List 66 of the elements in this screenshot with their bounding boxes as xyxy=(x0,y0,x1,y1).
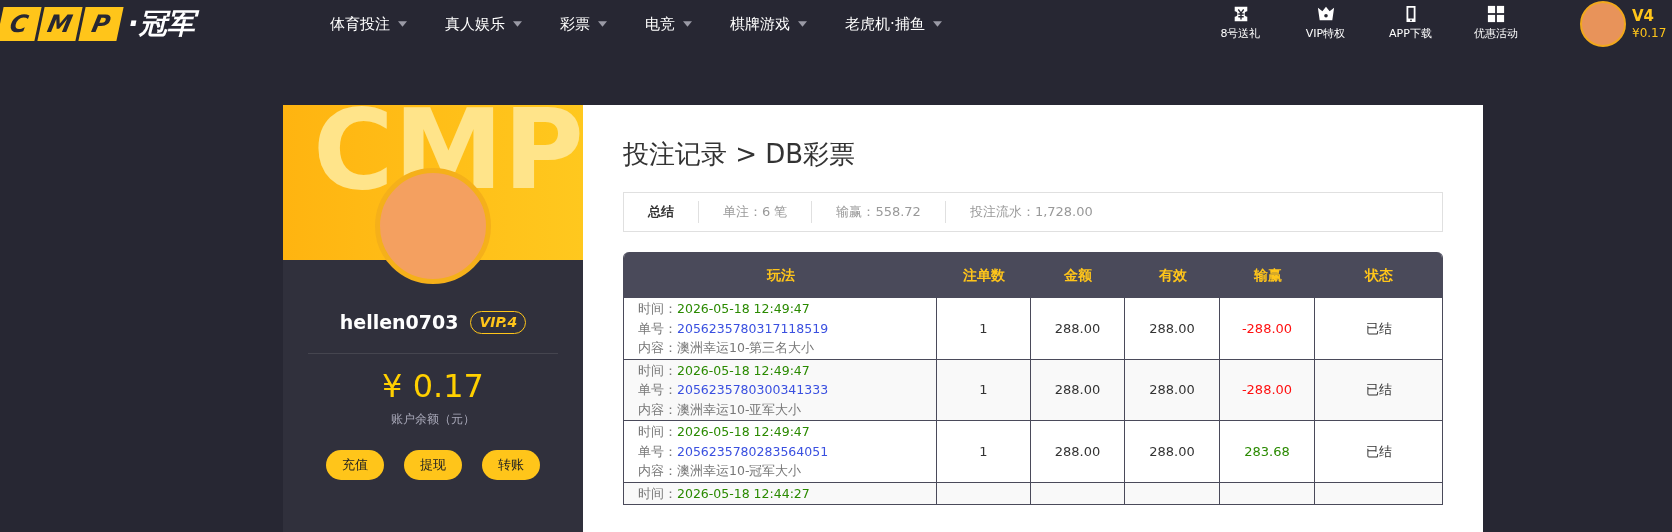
nav-link[interactable]: 棋牌游戏 xyxy=(730,12,807,36)
table-cell-text: 1 xyxy=(979,442,988,461)
bet-time: 时间：2026-05-18 12:49:47 xyxy=(638,300,811,318)
status-cell-text: 已结 xyxy=(1365,381,1392,399)
win-loss-cell-text: 283.68 xyxy=(1244,442,1290,461)
table-cell-text: 288.00 xyxy=(1149,319,1195,338)
action-button[interactable]: 提现 xyxy=(404,449,462,480)
avatar-placeholder[interactable] xyxy=(1580,1,1626,47)
summary-item: 总结 xyxy=(648,203,674,222)
logo-text: ·冠军 xyxy=(128,4,203,44)
action-button[interactable]: 转账 xyxy=(482,449,540,480)
logo-letter: P xyxy=(78,7,124,41)
bet-number[interactable]: 单号：2056235780283564051 xyxy=(638,441,922,461)
table-cell-text: 288.00 xyxy=(1149,442,1195,461)
caret-icon xyxy=(398,21,407,27)
column-header: 输赢 xyxy=(1252,265,1283,285)
table-cell-text: 1 xyxy=(979,319,988,338)
bet-number[interactable]: 单号：2056235780317118519 xyxy=(638,318,922,338)
nav-link[interactable]: 真人娱乐 xyxy=(445,12,522,36)
column-header: 状态 xyxy=(1363,265,1394,285)
column-header: 玩法 xyxy=(765,265,796,285)
logo-letter: M xyxy=(37,7,83,41)
nav-link[interactable]: 电竞 xyxy=(645,12,692,36)
table-cell-text: 288.00 xyxy=(1054,319,1101,338)
summary-item: 投注流水：1,728.00 xyxy=(969,203,1093,222)
table-cell-text: 1 xyxy=(979,381,988,399)
caret-icon xyxy=(683,21,692,27)
header-balance: ¥0.17 xyxy=(1632,25,1668,41)
status-cell-text: 已结 xyxy=(1365,442,1392,461)
bet-time: 时间：2026-05-18 12:49:47 xyxy=(638,423,811,441)
caret-icon xyxy=(513,21,522,27)
balance-label: 账户余额（元） xyxy=(391,410,475,428)
bet-content: 内容：澳洲幸运10-亚军大小 xyxy=(638,400,803,419)
banner-watermark: CMP xyxy=(313,105,583,205)
shortcut-link[interactable]: 8号送礼 xyxy=(1198,5,1283,43)
summary-item: 输赢：558.72 xyxy=(836,203,921,222)
username: hellen0703 xyxy=(339,310,459,335)
shortcut-link[interactable]: 优惠活动 xyxy=(1453,5,1538,43)
vip-level: V4 xyxy=(1632,7,1656,26)
win-loss-cell-text: -288.00 xyxy=(1241,381,1293,399)
table-cell-text: 288.00 xyxy=(1149,381,1195,399)
bet-time: 时间：2026-05-18 12:49:47 xyxy=(638,361,811,380)
nav-link[interactable]: 彩票 xyxy=(560,12,607,36)
page-title: 投注记录 > DB彩票 xyxy=(623,138,857,171)
caret-icon xyxy=(932,21,942,27)
bet-time: 时间：2026-05-18 12:44:27 xyxy=(638,484,811,503)
column-header: 注单数 xyxy=(962,265,1006,285)
status-cell-text: 已结 xyxy=(1365,319,1392,338)
nav-link[interactable]: 老虎机·捕鱼 xyxy=(845,12,942,36)
column-header: 有效 xyxy=(1157,265,1188,285)
nav-link[interactable]: 体育投注 xyxy=(330,12,407,36)
caret-icon xyxy=(798,21,807,27)
balance-amount: ¥ 0.17 xyxy=(382,369,484,402)
grid-icon xyxy=(1486,5,1505,24)
summary-item: 单注：6 笔 xyxy=(723,203,788,222)
bet-number[interactable]: 单号：2056235780300341333 xyxy=(638,380,922,400)
action-button[interactable]: 充值 xyxy=(326,449,384,480)
caret-icon xyxy=(598,21,607,27)
bet-content: 内容：澳洲幸运10-第三名大小 xyxy=(638,339,816,357)
table-cell-text: 288.00 xyxy=(1054,442,1101,461)
win-loss-cell-text: -288.00 xyxy=(1241,319,1293,338)
table-cell-text: 288.00 xyxy=(1054,381,1101,399)
shortcut-link[interactable]: APP下载 xyxy=(1368,5,1453,43)
shortcut-link[interactable]: VIP特权 xyxy=(1283,5,1368,43)
bet-content: 内容：澳洲幸运10-冠军大小 xyxy=(638,462,803,480)
column-header: 金额 xyxy=(1063,265,1093,285)
